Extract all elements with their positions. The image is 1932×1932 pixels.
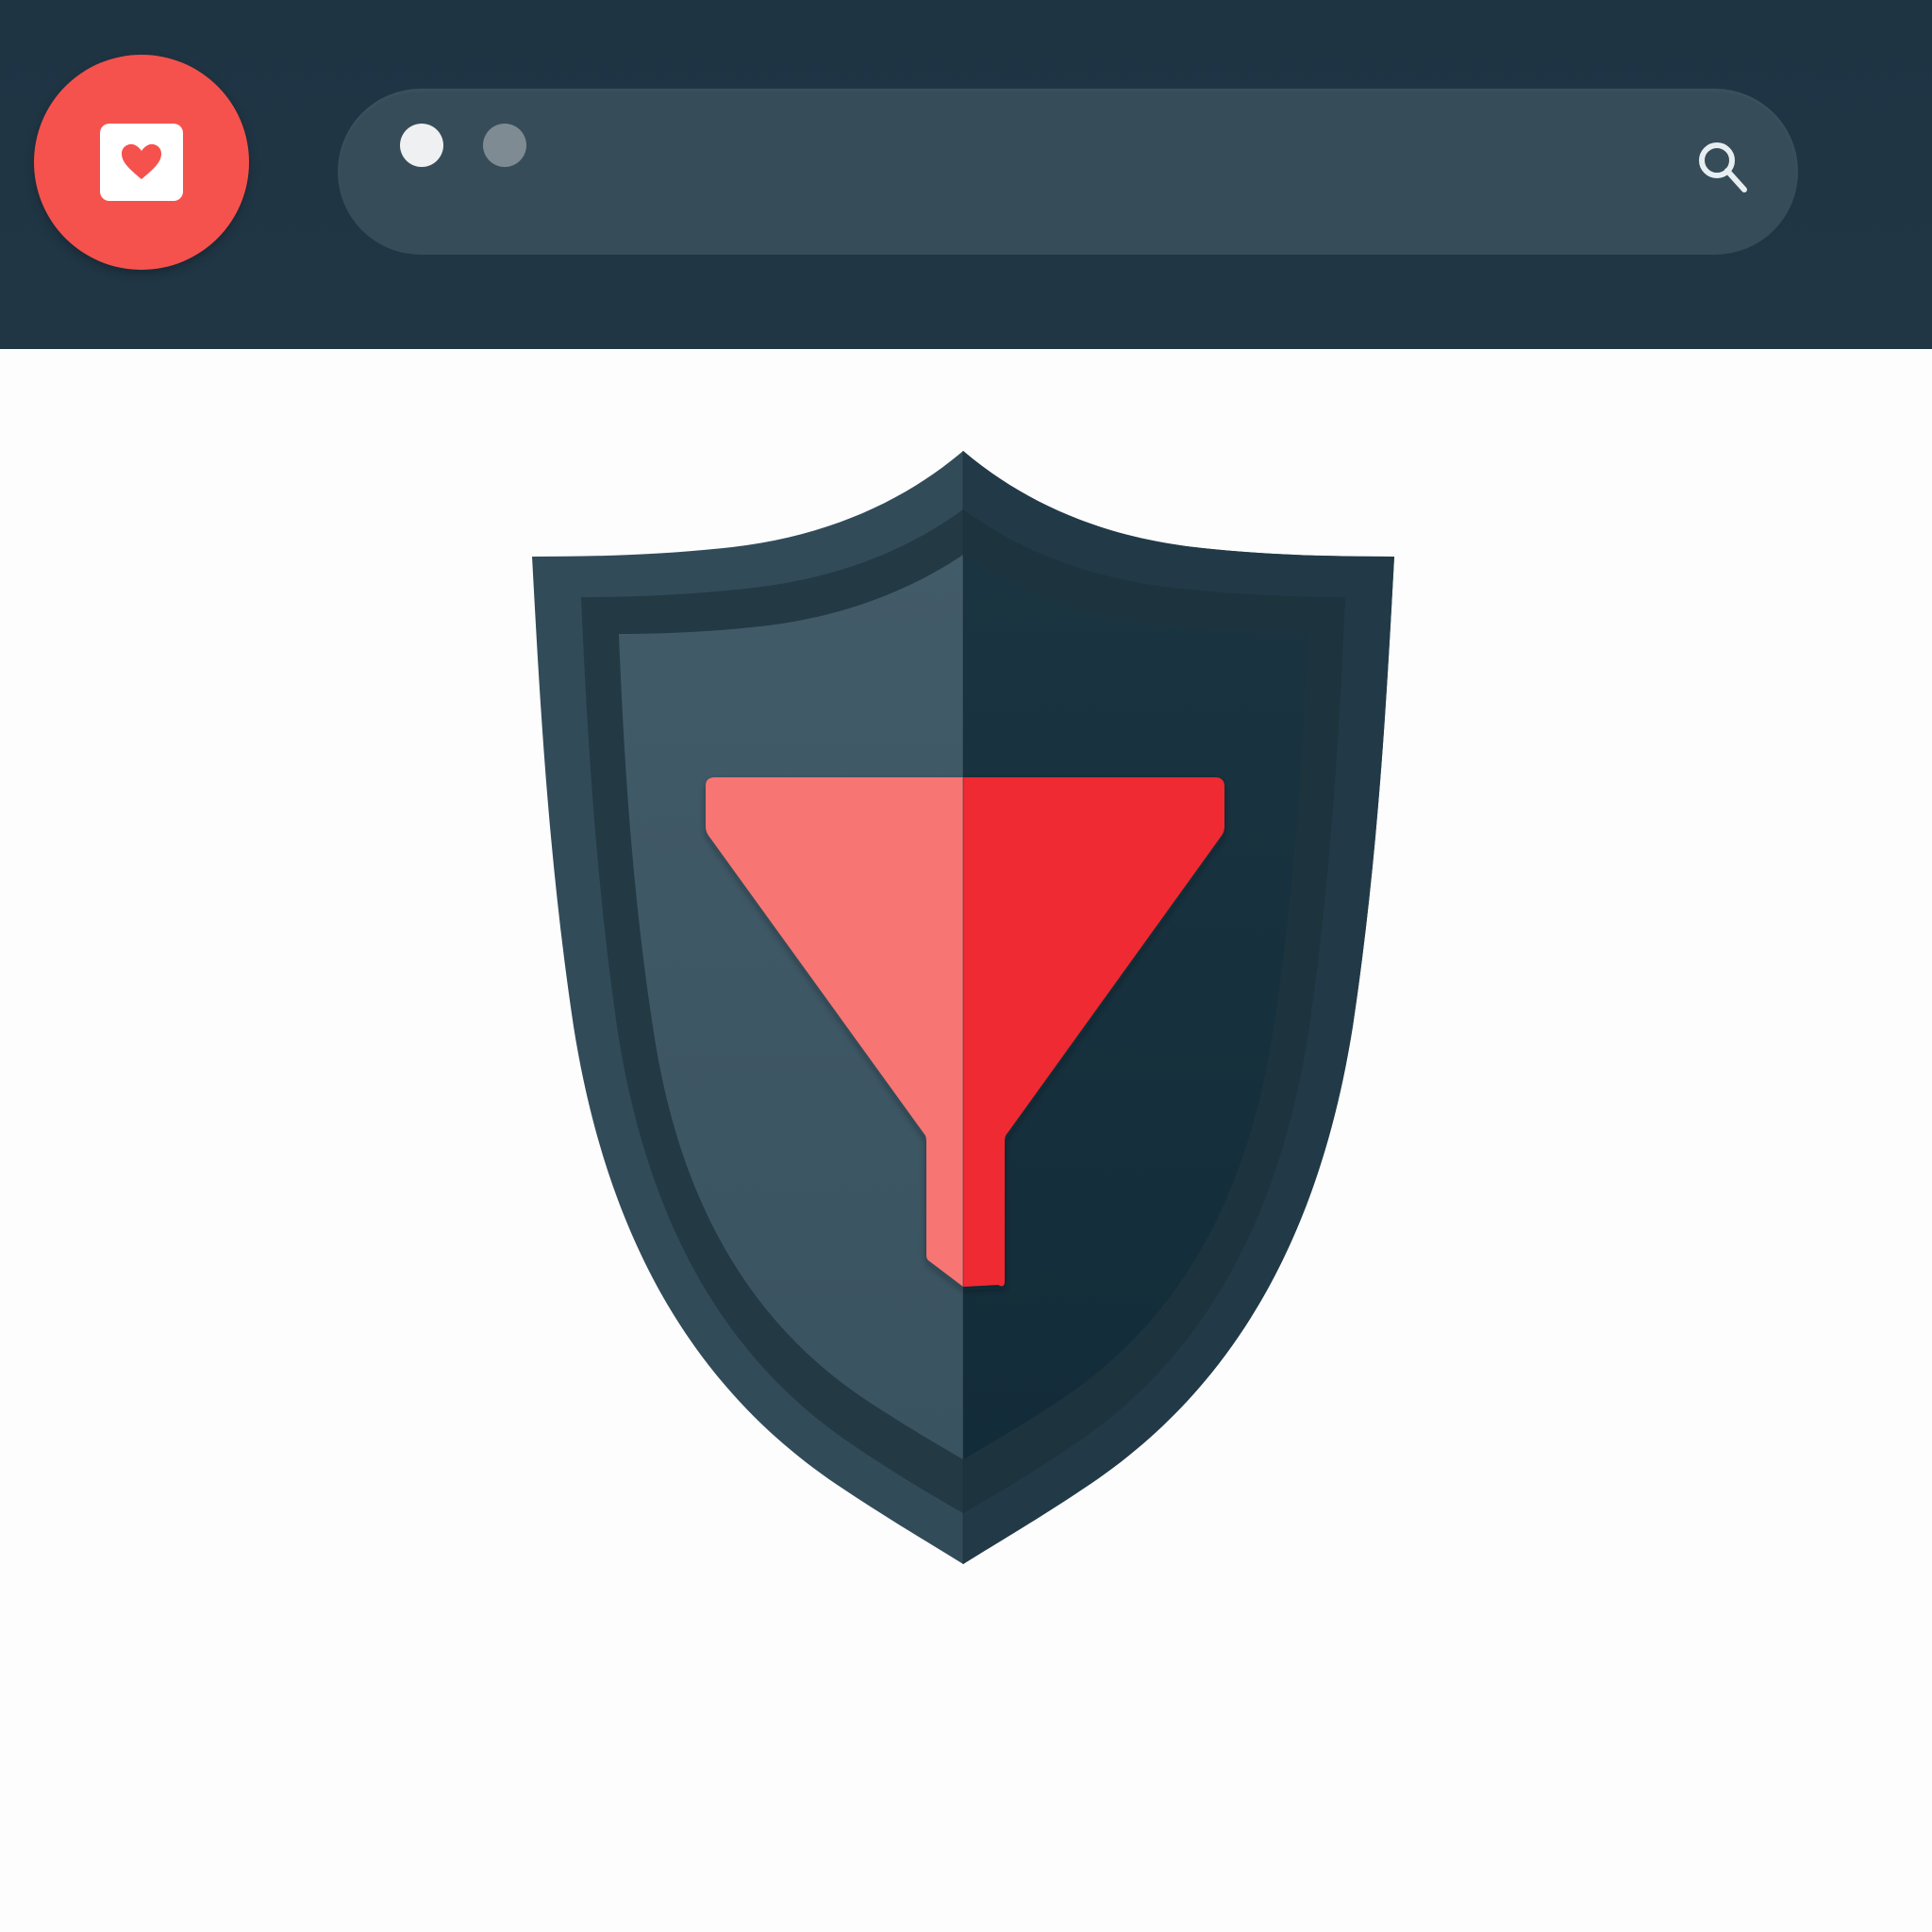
search-icon: [1699, 142, 1747, 192]
logo-card: [100, 124, 183, 201]
search-button[interactable]: [1694, 138, 1757, 200]
search-bar: [338, 89, 1798, 255]
app-logo-button[interactable]: [34, 55, 249, 270]
window-dot-gray: [483, 124, 526, 167]
heart-icon: [122, 143, 161, 179]
search-input[interactable]: [545, 126, 1662, 219]
shield-filter-icon: [532, 451, 1394, 1564]
window-dot-light: [400, 124, 443, 167]
top-bar: [0, 0, 1932, 349]
